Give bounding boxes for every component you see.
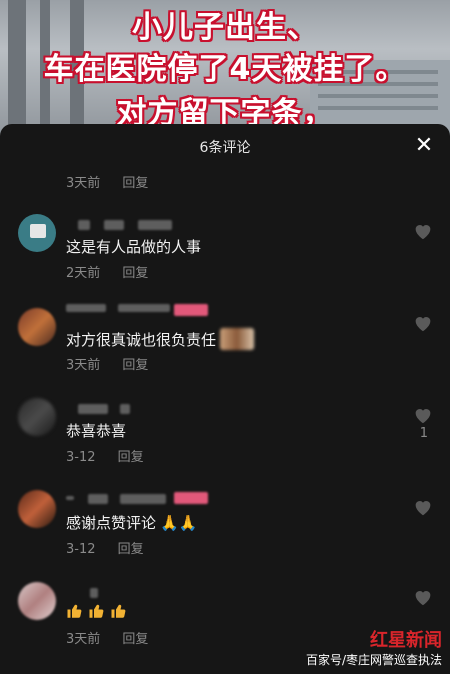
avatar[interactable] (18, 398, 56, 436)
pray-hands-icon: 🙏🙏 (160, 514, 198, 532)
username-blurred[interactable] (104, 220, 124, 230)
username-blurred[interactable] (118, 304, 170, 312)
reply-button[interactable]: 回复 (122, 632, 148, 647)
comment-time: 3天前 (66, 358, 101, 373)
reply-button[interactable]: 回复 (118, 450, 144, 465)
comment-text: 对方很真诚也很负责任 (66, 328, 255, 350)
comment-time: 2天前 (66, 266, 101, 281)
reply-button[interactable]: 回复 (122, 266, 148, 281)
heart-icon[interactable] (412, 220, 434, 242)
reply-button[interactable]: 回复 (122, 176, 148, 191)
sticker-image (220, 328, 255, 350)
comment-time: 3天前 (66, 176, 101, 191)
avatar[interactable] (18, 308, 56, 346)
comment-text-body: 感谢点赞评论 (66, 514, 157, 532)
username-blurred[interactable] (78, 404, 108, 414)
comment-meta: 2天前 回复 (66, 262, 148, 281)
username-blurred[interactable] (90, 588, 98, 598)
comment-text: 感谢点赞评论 🙏🙏 (66, 512, 197, 533)
comment-meta: 3-12 回复 (66, 446, 144, 465)
username-blurred[interactable] (66, 496, 74, 500)
badge-blurred (174, 492, 208, 504)
source-logo: 红星新闻 (370, 630, 442, 651)
username-blurred[interactable] (120, 404, 130, 414)
comment-time: 3天前 (66, 632, 101, 647)
source-watermark: 百家号/枣庄网警巡查执法 (305, 653, 442, 667)
close-icon[interactable]: ✕ (412, 134, 436, 158)
comment-text (66, 602, 132, 621)
comment-meta: 3天前 回复 (66, 172, 148, 191)
thumbs-up-icon (89, 604, 104, 618)
heart-icon[interactable] (412, 586, 434, 608)
comment-text-body: 对方很真诚也很负责任 (66, 331, 217, 349)
thumbs-up-icon (111, 604, 126, 618)
comment-text: 这是有人品做的人事 (66, 238, 202, 256)
reply-button[interactable]: 回复 (118, 542, 144, 557)
comments-sheet: 6条评论 ✕ 3天前 回复 这是有人品做的人事 2天前 回复 对方很真诚也很负责… (0, 124, 450, 674)
heart-icon[interactable] (412, 496, 434, 518)
username-blurred[interactable] (78, 220, 90, 230)
sheet-title: 6条评论 (199, 140, 251, 156)
username-blurred[interactable] (120, 494, 166, 504)
comment-text: 恭喜恭喜 (66, 422, 127, 440)
headline-line-1: 小儿子出生、 (132, 10, 318, 45)
comment-time: 3-12 (66, 542, 96, 557)
video-thumbnail[interactable]: 小儿子出生、 车在医院停了4天被挂了。 对方留下字条， (0, 0, 450, 140)
comment-meta: 3-12 回复 (66, 538, 144, 557)
username-blurred[interactable] (66, 304, 106, 312)
heart-icon[interactable] (412, 404, 434, 426)
comment-meta: 3天前 回复 (66, 354, 148, 373)
like-count: 1 (419, 426, 428, 441)
comment-meta: 3天前 回复 (66, 628, 148, 647)
username-blurred[interactable] (138, 220, 172, 230)
username-blurred[interactable] (88, 494, 108, 504)
heart-icon[interactable] (412, 312, 434, 334)
avatar[interactable] (18, 214, 56, 252)
badge-blurred (174, 304, 208, 316)
reply-button[interactable]: 回复 (122, 358, 148, 373)
comment-time: 3-12 (66, 450, 96, 465)
avatar[interactable] (18, 582, 56, 620)
avatar[interactable] (18, 490, 56, 528)
thumbs-up-icon (67, 604, 82, 618)
headline-line-2: 车在医院停了4天被挂了。 (43, 52, 407, 87)
